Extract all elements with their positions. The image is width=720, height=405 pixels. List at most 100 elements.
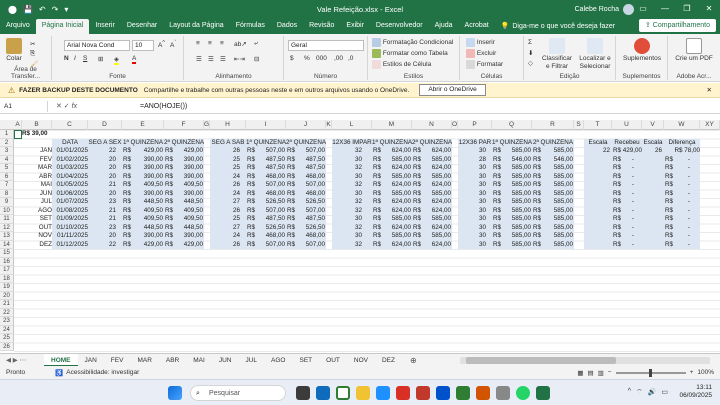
cell-month[interactable]: ABR — [22, 173, 52, 182]
font-name-select[interactable]: Arial Nova Cond — [64, 40, 130, 51]
cell-recebeu[interactable]: - — [612, 190, 634, 199]
cell-days[interactable]: 30 — [332, 190, 362, 199]
cell-q1[interactable]: 624,00 — [372, 164, 411, 173]
cell-q2[interactable]: 585,00 — [412, 173, 451, 182]
cell-days[interactable]: 30 — [458, 232, 486, 241]
cell-days[interactable]: 25 — [210, 156, 240, 165]
wrap-text-icon[interactable]: ⤶ — [254, 40, 258, 48]
align-right-icon[interactable]: ☰ — [220, 55, 226, 63]
header-12x36-impar[interactable]: 12X36 IMPAR — [332, 139, 372, 148]
row-header[interactable]: 18 — [0, 274, 14, 283]
cell-date[interactable]: 01/05/2025 — [52, 181, 88, 190]
column-header[interactable]: R — [532, 120, 574, 130]
header-q1[interactable]: 1ª QUINZENA — [246, 139, 286, 148]
cell-q2[interactable]: 624,00 — [412, 147, 451, 156]
cell-days[interactable]: 21 — [88, 207, 116, 216]
column-header[interactable]: L — [332, 120, 372, 130]
file-explorer-icon[interactable] — [356, 386, 370, 400]
sheet-tab-abr[interactable]: ABR — [159, 354, 186, 367]
cell-days[interactable]: 20 — [88, 173, 116, 182]
cell-recebeu[interactable]: - — [612, 224, 634, 233]
cell-q1[interactable]: 487,50 — [246, 156, 285, 165]
cell-q1[interactable]: 448,50 — [122, 198, 163, 207]
windows-start-icon[interactable] — [168, 386, 182, 400]
cell-date[interactable]: 01/08/2025 — [52, 207, 88, 216]
cell-diferenca[interactable]: - — [664, 232, 690, 241]
cell-q2[interactable]: 585,00 — [412, 232, 451, 241]
cell-q2[interactable]: 468,00 — [286, 190, 325, 199]
cell-month[interactable]: MAR — [22, 164, 52, 173]
formula-input[interactable]: =ANO(HOJE()) — [140, 101, 187, 112]
cell-q1[interactable]: 624,00 — [372, 207, 411, 216]
page-break-view-icon[interactable]: ▥ — [598, 369, 604, 377]
sheet-tab-jan[interactable]: JAN — [78, 354, 104, 367]
create-pdf-button[interactable]: Crie um PDF — [672, 38, 716, 63]
cell-days[interactable]: 28 — [458, 156, 486, 165]
font-color-icon[interactable]: A — [132, 55, 137, 64]
cell-q1[interactable]: 624,00 — [372, 147, 411, 156]
decrease-decimal-icon[interactable]: ,0 — [348, 55, 353, 62]
column-header[interactable]: E — [122, 120, 164, 130]
cell-q2[interactable]: 507,00 — [286, 241, 325, 250]
cell-days[interactable]: 32 — [332, 241, 362, 250]
zoom-level[interactable]: 100% — [697, 369, 714, 376]
row-header[interactable]: 5 — [0, 164, 14, 173]
cell-q2[interactable]: 526,50 — [286, 224, 325, 233]
row-header[interactable]: 22 — [0, 308, 14, 317]
cell-q2[interactable]: 487,50 — [286, 156, 325, 165]
tab-home[interactable]: Página Inicial — [35, 19, 90, 34]
cell-month[interactable]: JUN — [22, 190, 52, 199]
cell-diferenca[interactable]: - — [664, 224, 690, 233]
cell-recebeu[interactable]: R$ 429,00 — [612, 147, 642, 156]
cell-days[interactable]: 20 — [88, 232, 116, 241]
chrome-alt-icon[interactable] — [416, 386, 430, 400]
cell-styles-button[interactable]: Estilos de Célula — [372, 60, 431, 69]
column-header[interactable]: W — [664, 120, 700, 130]
taskbar-search[interactable]: Pesquisar — [190, 385, 286, 401]
app-orange-icon[interactable] — [476, 386, 490, 400]
fill-icon[interactable]: ⬇ — [528, 49, 533, 57]
cell-diferenca[interactable]: - — [664, 164, 690, 173]
cell-date[interactable]: 01/12/2025 — [52, 241, 88, 250]
align-center-icon[interactable]: ☰ — [208, 55, 214, 63]
chrome-profile-icon[interactable] — [396, 386, 410, 400]
tell-me-search[interactable]: 💡 Diga-me o que você deseja fazer — [495, 20, 621, 34]
header-q2[interactable]: 2ª QUINZENA — [164, 139, 204, 148]
chrome-icon[interactable] — [336, 386, 350, 400]
sheet-tab-mar[interactable]: MAR — [130, 354, 158, 367]
column-header[interactable]: I — [246, 120, 286, 130]
cell-q2[interactable]: 585,00 — [532, 241, 573, 250]
header-escala[interactable]: Escala — [584, 139, 612, 148]
app-green-icon[interactable] — [456, 386, 470, 400]
cell-days[interactable]: 32 — [332, 164, 362, 173]
cell-month[interactable]: FEV — [22, 156, 52, 165]
cell-q1[interactable]: 546,00 — [492, 156, 531, 165]
header-q1[interactable]: 1ª QUINZENA — [372, 139, 412, 148]
cell-month[interactable]: JUL — [22, 198, 52, 207]
row-header[interactable]: 15 — [0, 249, 14, 258]
tab-developer[interactable]: Desenvolvedor — [370, 19, 429, 34]
grow-font-icon[interactable]: A^ — [158, 40, 165, 49]
sheet-tab-set[interactable]: SET — [292, 354, 319, 367]
battery-icon[interactable]: ▭ — [661, 388, 668, 397]
orientation-icon[interactable]: ab↗ — [234, 40, 247, 48]
tab-page-layout[interactable]: Layout da Página — [163, 19, 230, 34]
cell-q1[interactable]: 624,00 — [372, 224, 411, 233]
cell-q1[interactable]: 507,00 — [246, 241, 285, 250]
sheet-tab-mai[interactable]: MAI — [186, 354, 212, 367]
merge-center-icon[interactable]: ⊟ — [254, 55, 259, 63]
cell-q1[interactable]: 409,50 — [122, 181, 163, 190]
volume-icon[interactable]: 🔊 — [648, 388, 657, 397]
cell-q2[interactable]: 507,00 — [286, 207, 325, 216]
column-header[interactable]: J — [286, 120, 326, 130]
cell-diferenca[interactable]: - — [664, 181, 690, 190]
cell-diferenca[interactable]: - — [664, 241, 690, 250]
cell-q2[interactable]: 409,50 — [164, 181, 203, 190]
row-header[interactable]: 9 — [0, 198, 14, 207]
indent-icon[interactable]: ⇤⇥ — [234, 55, 245, 63]
cell-q2[interactable]: 448,50 — [164, 198, 203, 207]
header-q1[interactable]: 1ª QUINZENA — [122, 139, 164, 148]
cell-q1[interactable]: 585,00 — [372, 215, 411, 224]
cell-q2[interactable]: 429,00 — [164, 241, 203, 250]
cell-days[interactable]: 26 — [210, 181, 240, 190]
